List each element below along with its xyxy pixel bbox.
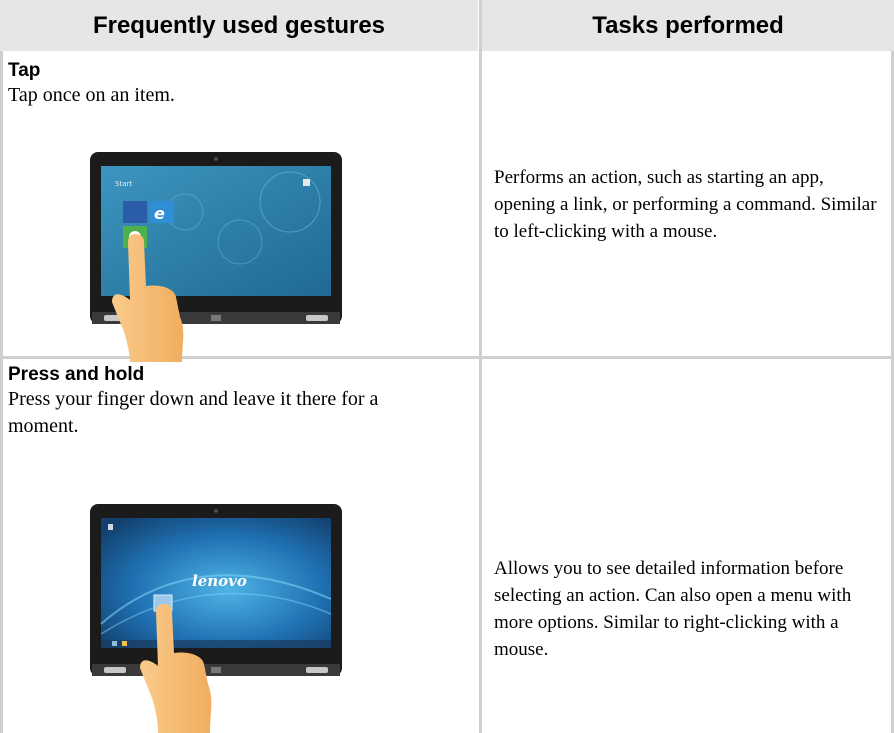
tablet-tap-illustration: Start e — [90, 152, 342, 362]
header-tasks: Tasks performed — [482, 0, 894, 51]
screen-start-label: Start — [115, 180, 132, 188]
left-border — [0, 51, 3, 733]
header-gestures: Frequently used gestures — [0, 0, 478, 51]
gesture-title-press-hold: Press and hold — [8, 364, 145, 385]
screen-lenovo-logo: lenovo — [192, 572, 247, 590]
gesture-desc-press-hold: Press your finger down and leave it ther… — [8, 388, 379, 437]
task-desc-press-hold: Allows you to see detailed information b… — [494, 558, 852, 660]
column-divider — [479, 0, 482, 733]
svg-text:e: e — [154, 204, 165, 223]
tablet-press-hold-illustration: lenovo — [90, 504, 342, 733]
gesture-table: Frequently used gestures Tasks performed… — [0, 0, 894, 733]
task-desc-tap: Performs an action, such as starting an … — [494, 167, 877, 242]
gesture-desc-tap: Tap once on an item. — [8, 84, 175, 106]
gesture-title-tap: Tap — [8, 60, 41, 81]
